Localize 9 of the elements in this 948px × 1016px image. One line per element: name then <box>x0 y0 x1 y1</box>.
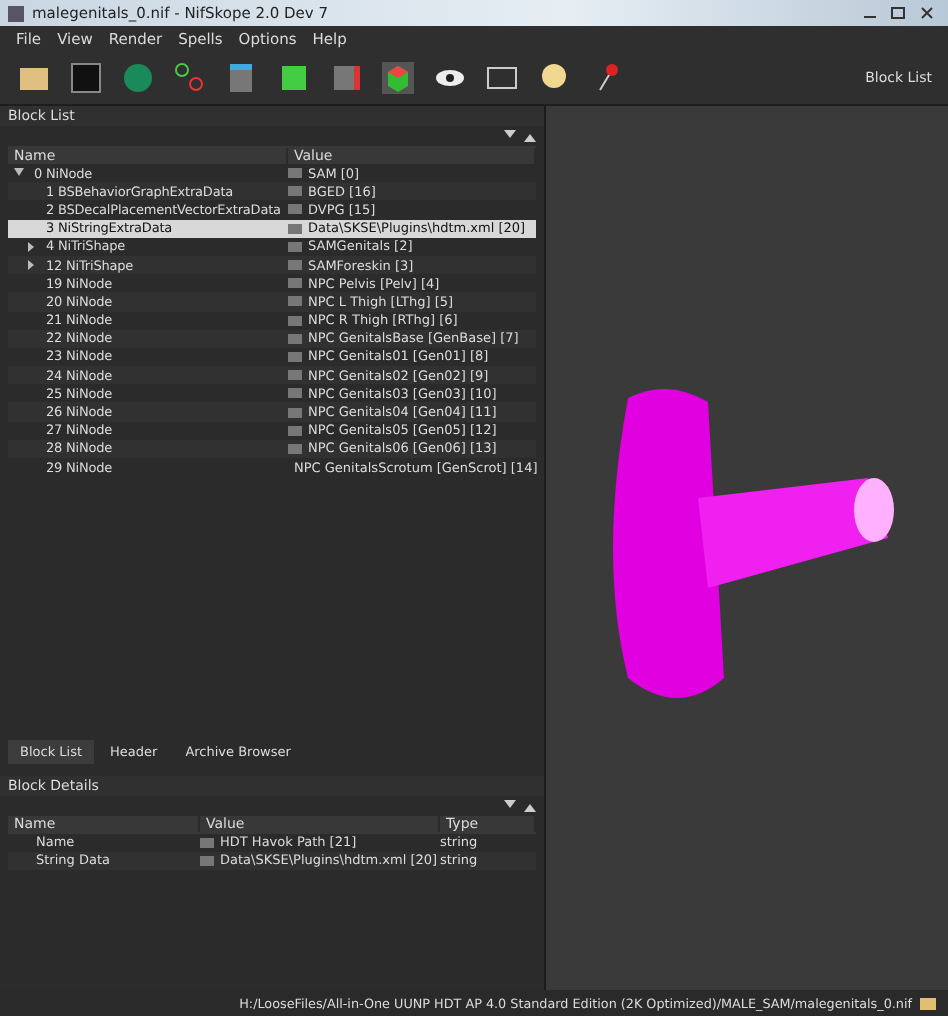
expanded-arrow-icon[interactable] <box>12 168 28 179</box>
expand-icon[interactable] <box>504 130 516 142</box>
collapse-icon[interactable] <box>524 799 536 812</box>
expand-icon[interactable] <box>504 799 516 812</box>
nodes-icon[interactable] <box>172 60 208 96</box>
app-icon <box>8 5 24 21</box>
collapse-icon[interactable] <box>524 130 536 142</box>
folder-icon[interactable] <box>920 997 936 1009</box>
sphere-icon[interactable] <box>120 60 156 96</box>
